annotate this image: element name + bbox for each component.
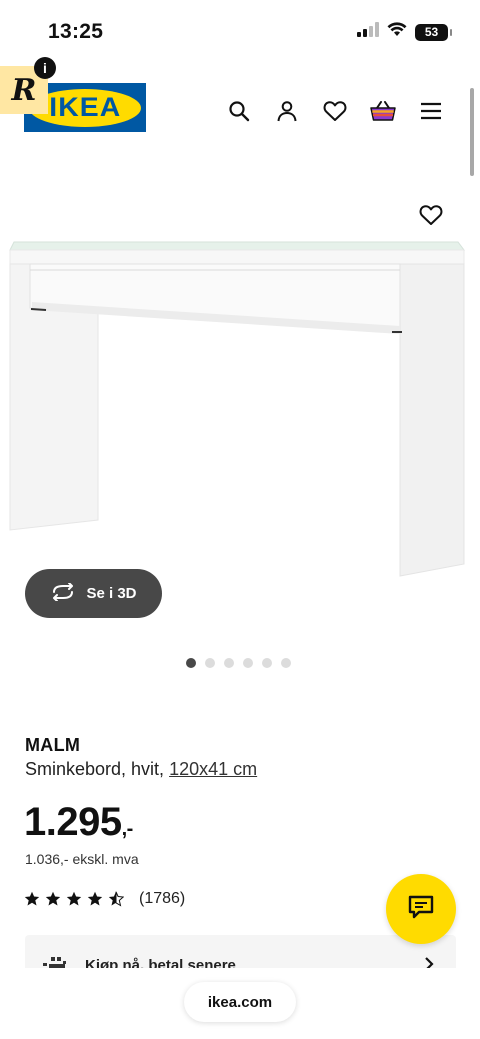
rotate-3d-icon	[50, 581, 76, 605]
gallery-pagination	[0, 658, 480, 668]
chat-button[interactable]	[386, 874, 456, 944]
product-rating[interactable]: (1786)	[24, 890, 185, 908]
status-time: 13:25	[48, 20, 104, 43]
star-icon	[66, 891, 82, 906]
pagination-dot[interactable]	[261, 658, 272, 668]
fast-delivery-icon	[41, 955, 67, 969]
view-in-3d-button[interactable]: Se i 3D	[25, 569, 162, 618]
pagination-dot[interactable]	[204, 658, 215, 668]
pagination-dot[interactable]	[280, 658, 291, 668]
pay-later-content: Kjøp nå, betal senere	[41, 955, 236, 969]
star-icon	[87, 891, 103, 906]
pagination-dot[interactable]	[242, 658, 253, 668]
logo-text: IKEA	[49, 92, 121, 122]
product-name: MALM	[25, 735, 81, 755]
pagination-dot[interactable]	[185, 658, 196, 668]
url-bar[interactable]: ikea.com	[184, 982, 296, 1022]
product-type: Sminkebord, hvit,	[25, 759, 165, 779]
menu-icon[interactable]	[414, 94, 448, 128]
price-suffix: ,-	[121, 818, 134, 840]
product-image[interactable]	[0, 230, 480, 590]
info-badge-icon[interactable]: i	[34, 57, 56, 79]
pay-later-row[interactable]: Kjøp nå, betal senere	[25, 935, 456, 969]
favorite-heart-icon[interactable]	[414, 198, 448, 232]
basket-icon[interactable]	[366, 94, 400, 128]
view-in-3d-label: Se i 3D	[86, 585, 137, 602]
extension-badge-letter: R	[11, 72, 37, 108]
price-ex-vat: 1.036,- ekskl. mva	[25, 851, 139, 867]
pagination-dot[interactable]	[223, 658, 234, 668]
search-icon[interactable]	[222, 94, 256, 128]
status-icons: 53	[357, 22, 452, 42]
star-icon	[45, 891, 61, 906]
product-gallery[interactable]: Se i 3D	[0, 180, 480, 650]
product-price: 1.295,-	[24, 800, 133, 845]
scroll-indicator[interactable]	[470, 88, 474, 176]
heart-icon[interactable]	[318, 94, 352, 128]
product-dimensions-link[interactable]: 120x41 cm	[169, 759, 257, 779]
site-header: IKEA R i	[0, 57, 480, 152]
chat-icon	[408, 895, 434, 924]
half-star-icon	[108, 891, 124, 907]
rating-count: (1786)	[139, 890, 186, 907]
product-description: Sminkebord, hvit, 120x41 cm	[25, 759, 257, 780]
battery-indicator: 53	[415, 23, 452, 41]
status-bar: 13:25 53	[0, 0, 480, 62]
star-icon	[24, 891, 40, 906]
signal-icon	[357, 22, 379, 42]
price-value: 1.295	[24, 800, 122, 844]
header-nav	[222, 94, 448, 128]
wifi-icon	[387, 22, 407, 42]
user-icon[interactable]	[270, 94, 304, 128]
